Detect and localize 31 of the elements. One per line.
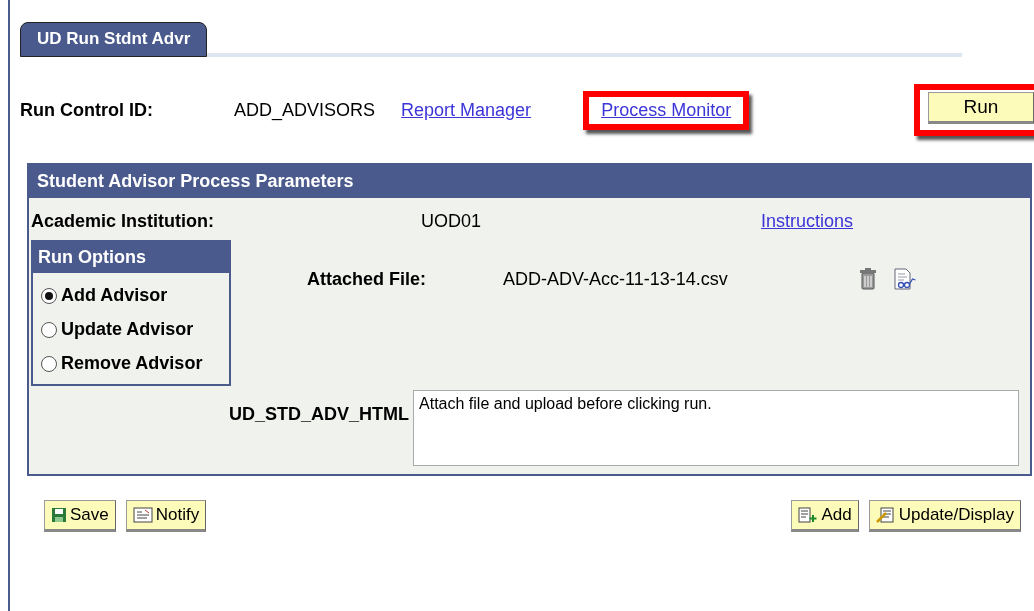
radio-button[interactable]: [41, 287, 57, 304]
run-button[interactable]: Run: [928, 92, 1034, 124]
run-control-label: Run Control ID:: [20, 99, 154, 121]
html-field-label: UD_STD_ADV_HTML: [229, 404, 410, 425]
panel-title: Student Advisor Process Parameters: [29, 165, 1030, 198]
toolbar-button[interactable]: Save: [44, 500, 116, 532]
group-title: Run Options: [33, 242, 229, 273]
toolbar-button[interactable]: Add: [791, 500, 859, 532]
toolbar-button[interactable]: Update/Display: [868, 500, 1021, 532]
attached-file-name: ADD-ADV-Acc-11-13-14.csv: [503, 268, 729, 290]
option-label[interactable]: Remove Advisor: [61, 353, 203, 374]
radio-button[interactable]: [41, 355, 57, 372]
attached-file-label: Attached File:: [307, 268, 427, 290]
institution-value: UOD01: [421, 210, 483, 232]
add-document-icon: [798, 507, 819, 523]
process-link[interactable]: Process Monitor: [601, 99, 732, 120]
floppy-icon: [51, 507, 67, 523]
edit-document-icon: [875, 507, 896, 523]
run-control-value: ADD_ADVISORS: [234, 99, 376, 121]
trash-icon[interactable]: [859, 268, 877, 290]
instructions-link[interactable]: Instructions: [761, 210, 854, 232]
message-text-area[interactable]: Attach file and upload before clicking run.: [413, 390, 1020, 466]
report-link[interactable]: Report Manager: [401, 99, 532, 121]
option-label[interactable]: Update Advisor: [61, 319, 194, 340]
page-tab[interactable]: UD Run Stdnt Advr: [20, 22, 208, 57]
document-view-icon[interactable]: [893, 268, 919, 290]
message-icon: [132, 507, 153, 523]
toolbar-button[interactable]: Notify: [125, 500, 207, 532]
institution-label: Academic Institution:: [31, 210, 215, 232]
option-label[interactable]: Add Advisor: [61, 285, 168, 306]
radio-button[interactable]: [41, 321, 57, 338]
